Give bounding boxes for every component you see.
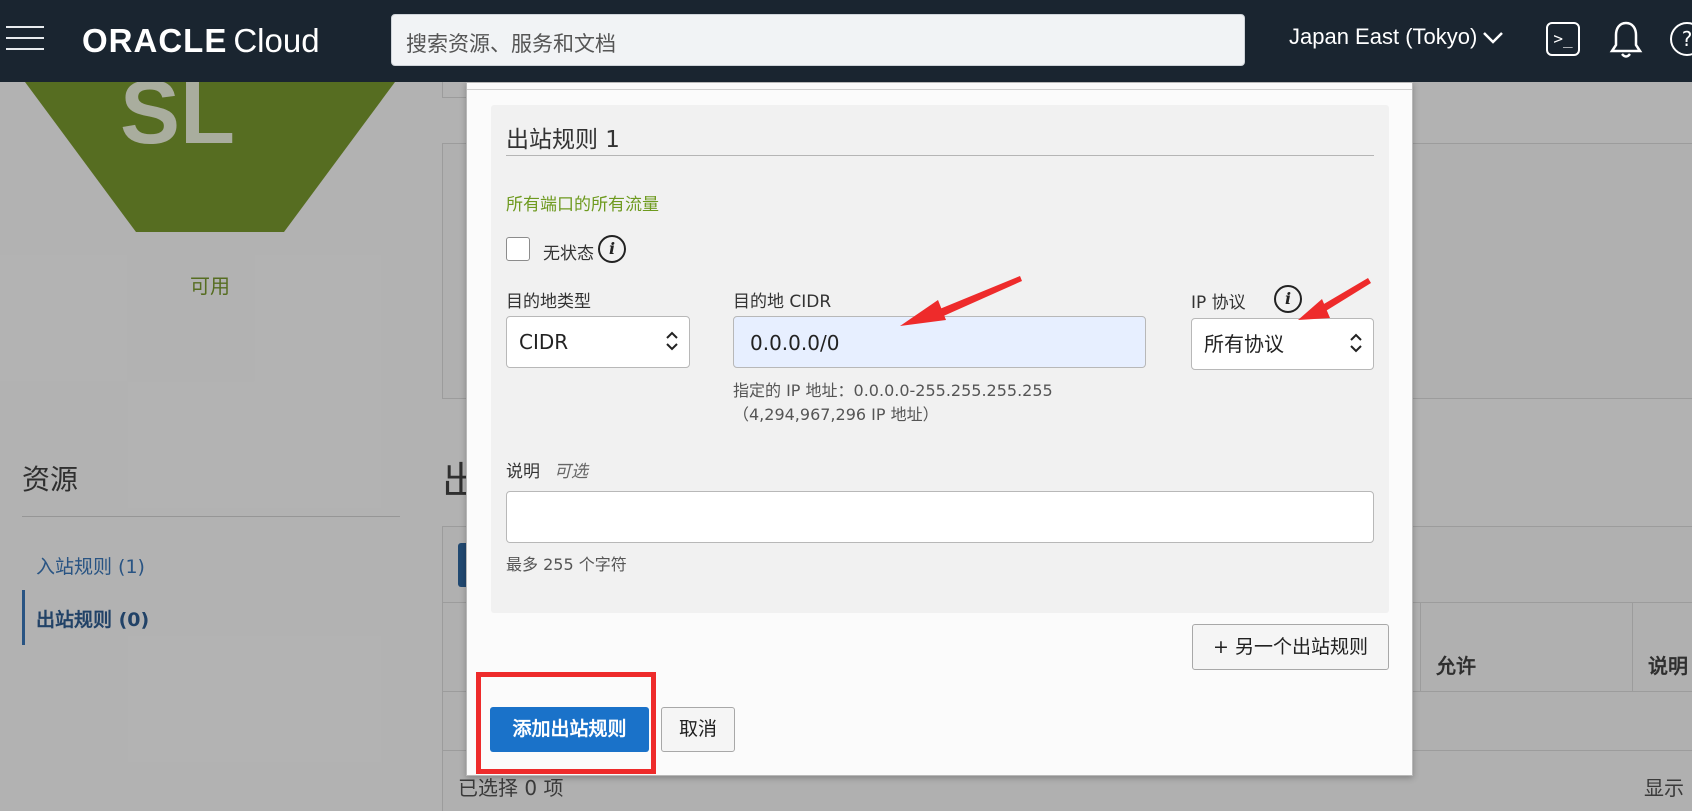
cancel-button[interactable]: 取消 (661, 707, 735, 752)
description-hint: 最多 255 个字符 (506, 555, 627, 574)
chevron-down-icon (1483, 24, 1504, 50)
region-selector[interactable]: Japan East (Tokyo) (1289, 24, 1504, 50)
rule-title: 出站规则 1 (506, 127, 620, 153)
info-icon[interactable]: i (1274, 285, 1302, 313)
ip-protocol-label: IP 协议 (1191, 293, 1246, 313)
global-search-input[interactable]: 搜索资源、服务和文档 (391, 14, 1245, 66)
logo-cloud-text: Cloud (233, 22, 320, 59)
annotation-highlight-box (476, 672, 656, 774)
dest-cidr-label: 目的地 CIDR (733, 292, 832, 312)
cidr-hint-count: （4,294,967,296 IP 地址） (733, 405, 939, 424)
cidr-hint: 指定的 IP 地址：0.0.0.0-255.255.255.255 (733, 381, 1053, 400)
description-label-text: 说明 (506, 462, 540, 482)
optional-tag: 可选 (554, 462, 588, 482)
description-input[interactable] (506, 491, 1374, 543)
region-label: Japan East (Tokyo) (1289, 24, 1478, 49)
logo-oracle-text: ORACLE (82, 22, 228, 59)
dest-type-label: 目的地类型 (506, 292, 591, 312)
bell-icon[interactable] (1609, 20, 1643, 60)
description-label: 说明 可选 (506, 457, 588, 482)
another-egress-rule-button[interactable]: + 另一个出站规则 (1192, 624, 1389, 670)
info-icon[interactable]: i (598, 235, 626, 263)
divider (506, 155, 1374, 156)
help-icon[interactable]: ? (1670, 22, 1692, 56)
hamburger-menu-icon[interactable] (6, 26, 44, 52)
divider (467, 89, 1412, 90)
dest-type-value: CIDR (519, 330, 569, 354)
select-arrows-icon (1349, 331, 1363, 357)
ip-protocol-value: 所有协议 (1204, 332, 1284, 356)
traffic-summary: 所有端口的所有流量 (506, 195, 659, 215)
cloud-shell-icon[interactable]: >_ (1546, 22, 1580, 56)
top-navbar: ORACLE Cloud 搜索资源、服务和文档 Japan East (Tokyo… (0, 0, 1692, 82)
oracle-cloud-logo[interactable]: ORACLE Cloud (82, 22, 320, 60)
select-arrows-icon (665, 329, 679, 355)
dest-cidr-input[interactable]: 0.0.0.0/0 (733, 316, 1146, 368)
dest-type-select[interactable]: CIDR (506, 316, 690, 368)
egress-rule-card: 出站规则 1 所有端口的所有流量 无状态 i 目的地类型 CIDR 目的地 CI… (491, 105, 1389, 613)
ip-protocol-select[interactable]: 所有协议 (1191, 318, 1374, 370)
stateless-checkbox[interactable] (506, 237, 530, 261)
stateless-label: 无状态 (543, 244, 594, 264)
